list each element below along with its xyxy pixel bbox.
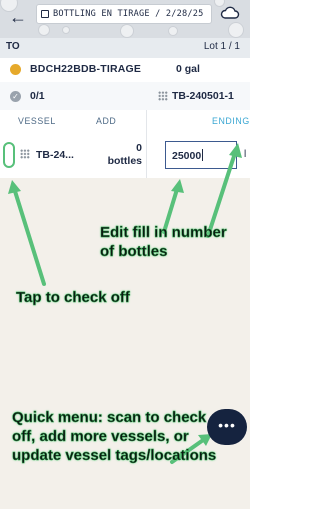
annotation-tap-check: Tap to check off — [16, 289, 130, 306]
arrowhead — [8, 180, 21, 194]
arrowhead — [229, 143, 242, 158]
screen: ← BOTTLING EN TIRAGE / 2/28/25 TO Lot 1 … — [0, 0, 250, 509]
more-dots-icon: ••• — [218, 417, 236, 433]
arrow-to-check-toggle — [12, 186, 46, 286]
arrowhead — [171, 179, 184, 193]
annotation-edit-fill: Edit fill in number of bottles — [100, 224, 227, 260]
quick-menu-button[interactable]: ••• — [207, 409, 247, 445]
annotation-quick-menu: Quick menu: scan to check off, add more … — [12, 409, 217, 464]
